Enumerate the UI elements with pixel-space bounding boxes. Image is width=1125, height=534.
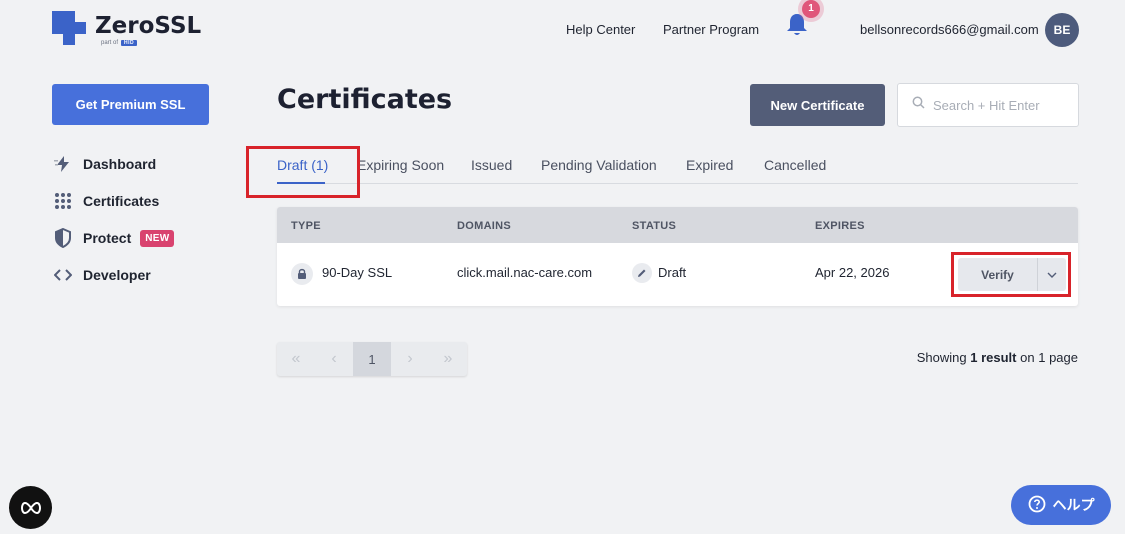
sidebar-item-label: Protect <box>83 230 132 246</box>
get-premium-ssl-button[interactable]: Get Premium SSL <box>52 84 209 125</box>
showing-mid: on <box>1020 350 1035 365</box>
showing-count: 1 result <box>970 350 1017 365</box>
notification-count-badge: 1 <box>802 0 820 18</box>
sidebar-item-label: Certificates <box>83 193 160 209</box>
highlight-verify-button <box>951 252 1071 297</box>
help-label: ヘルプ <box>1052 497 1095 513</box>
avatar[interactable]: BE <box>1045 13 1079 47</box>
pagination: « ‹ 1 › » <box>277 342 467 376</box>
tab-issued[interactable]: Issued <box>471 157 512 173</box>
results-summary: Showing 1 result on 1 page <box>917 350 1078 365</box>
sidebar-item-label: Dashboard <box>83 156 157 172</box>
code-brackets-icon <box>52 264 74 286</box>
search-input[interactable] <box>933 97 1073 113</box>
certificate-tabs: Draft (1) Expiring Soon Issued Pending V… <box>277 150 1078 184</box>
sidebar-item-dashboard[interactable]: Dashboard <box>52 153 156 175</box>
tab-expiring-soon[interactable]: Expiring Soon <box>357 157 444 173</box>
cert-domain[interactable]: click.mail.nac-care.com <box>457 265 592 280</box>
highlight-draft-tab <box>246 146 360 198</box>
column-header-status: STATUS <box>632 220 677 232</box>
lock-icon <box>291 263 313 285</box>
table-header: TYPE DOMAINS STATUS EXPIRES <box>277 207 1078 243</box>
tab-expired[interactable]: Expired <box>686 157 733 173</box>
showing-prefix: Showing <box>916 350 967 365</box>
column-header-type: TYPE <box>291 220 321 232</box>
brand-subtitle: part of HID <box>101 40 138 46</box>
hid-badge: HID <box>121 40 138 46</box>
user-email[interactable]: bellsonrecords666@gmail.com <box>860 22 1039 37</box>
cert-expires: Apr 22, 2026 <box>815 265 890 280</box>
sidebar-item-developer[interactable]: Developer <box>52 264 151 286</box>
showing-suffix: page <box>1049 350 1078 365</box>
grid-dots-icon <box>52 190 74 212</box>
partner-program-link[interactable]: Partner Program <box>663 22 759 37</box>
last-page-icon[interactable]: » <box>429 342 467 376</box>
help-center-link[interactable]: Help Center <box>566 22 635 37</box>
bolt-icon <box>52 153 74 175</box>
page-number-current[interactable]: 1 <box>353 342 391 376</box>
search-icon <box>912 96 925 114</box>
brand-name: ZeroSSL <box>95 13 202 39</box>
brand-sub-prefix: part of <box>101 40 119 46</box>
tab-cancelled[interactable]: Cancelled <box>764 157 826 173</box>
sidebar-item-certificates[interactable]: Certificates <box>52 190 159 212</box>
pencil-icon <box>632 263 652 283</box>
new-certificate-button[interactable]: New Certificate <box>750 84 885 126</box>
infinity-widget-icon[interactable] <box>9 486 52 529</box>
sidebar-item-label: Developer <box>83 267 151 283</box>
help-button[interactable]: ヘルプ <box>1011 485 1111 525</box>
question-circle-icon <box>1028 495 1046 516</box>
sidebar-item-protect[interactable]: Protect NEW <box>52 227 175 249</box>
shield-icon <box>52 227 74 249</box>
next-page-icon[interactable]: › <box>391 342 429 376</box>
tab-pending-validation[interactable]: Pending Validation <box>541 157 657 173</box>
page-title: Certificates <box>277 84 453 115</box>
cert-status: Draft <box>658 265 687 280</box>
previous-page-icon[interactable]: ‹ <box>315 342 353 376</box>
column-header-expires: EXPIRES <box>815 220 865 232</box>
new-badge: NEW <box>140 229 175 247</box>
cert-type: 90-Day SSL <box>322 265 393 280</box>
first-page-icon[interactable]: « <box>277 342 315 376</box>
search-box[interactable] <box>897 83 1079 127</box>
logo-mark-icon <box>52 11 86 45</box>
showing-pages: 1 <box>1038 350 1046 365</box>
column-header-domains: DOMAINS <box>457 220 512 232</box>
